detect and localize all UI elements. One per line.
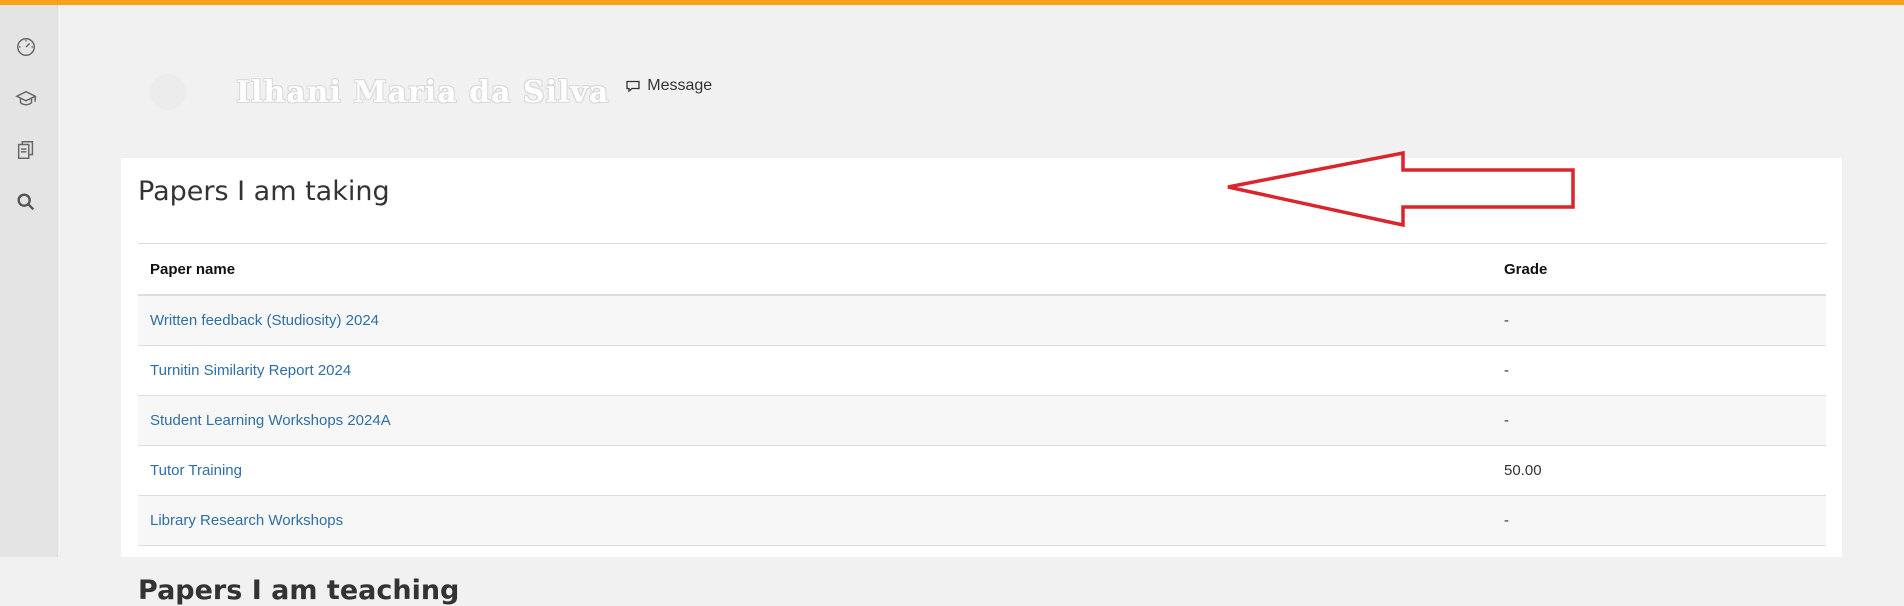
paper-link[interactable]: Student Learning Workshops 2024A	[150, 412, 391, 429]
column-header-paper-name[interactable]: Paper name	[138, 243, 1492, 296]
left-nav-drawer	[0, 5, 58, 557]
top-accent-bar	[0, 0, 1904, 5]
red-left-arrow-annotation	[1227, 150, 1575, 228]
grade-value: -	[1492, 295, 1826, 346]
column-header-grade[interactable]: Grade	[1492, 243, 1826, 296]
papers-taking-card: Papers I am taking Paper name Grade Writ…	[121, 158, 1842, 557]
grade-value: -	[1492, 395, 1826, 446]
speech-bubble-icon	[626, 80, 640, 93]
avatar	[150, 74, 186, 110]
card-title: Papers I am taking	[138, 176, 390, 207]
paper-link[interactable]: Tutor Training	[150, 462, 242, 479]
user-profile-header: Ilhani Maria da Silva Message	[150, 70, 712, 114]
documents-icon[interactable]	[14, 138, 38, 162]
table-row: Written feedback (Studiosity) 2024 -	[138, 295, 1826, 346]
papers-table: Paper name Grade Written feedback (Studi…	[138, 243, 1826, 546]
papers-teaching-heading: Papers I am teaching	[138, 575, 460, 606]
dashboard-gauge-icon[interactable]	[14, 35, 38, 59]
table-header-row: Paper name Grade	[138, 243, 1826, 296]
table-row: Tutor Training 50.00	[138, 445, 1826, 496]
user-full-name: Ilhani Maria da Silva	[236, 74, 610, 110]
paper-link[interactable]: Turnitin Similarity Report 2024	[150, 362, 351, 379]
grade-value: -	[1492, 345, 1826, 396]
grade-value: 50.00	[1492, 445, 1826, 496]
graduation-cap-icon[interactable]	[14, 87, 38, 111]
paper-link[interactable]: Library Research Workshops	[150, 512, 343, 529]
message-button[interactable]: Message	[625, 77, 712, 95]
table-row: Turnitin Similarity Report 2024 -	[138, 345, 1826, 396]
message-label: Message	[647, 77, 713, 94]
table-row: Library Research Workshops -	[138, 495, 1826, 546]
table-row: Student Learning Workshops 2024A -	[138, 395, 1826, 446]
paper-link[interactable]: Written feedback (Studiosity) 2024	[150, 312, 379, 329]
search-icon[interactable]	[14, 190, 38, 214]
grade-value: -	[1492, 495, 1826, 546]
